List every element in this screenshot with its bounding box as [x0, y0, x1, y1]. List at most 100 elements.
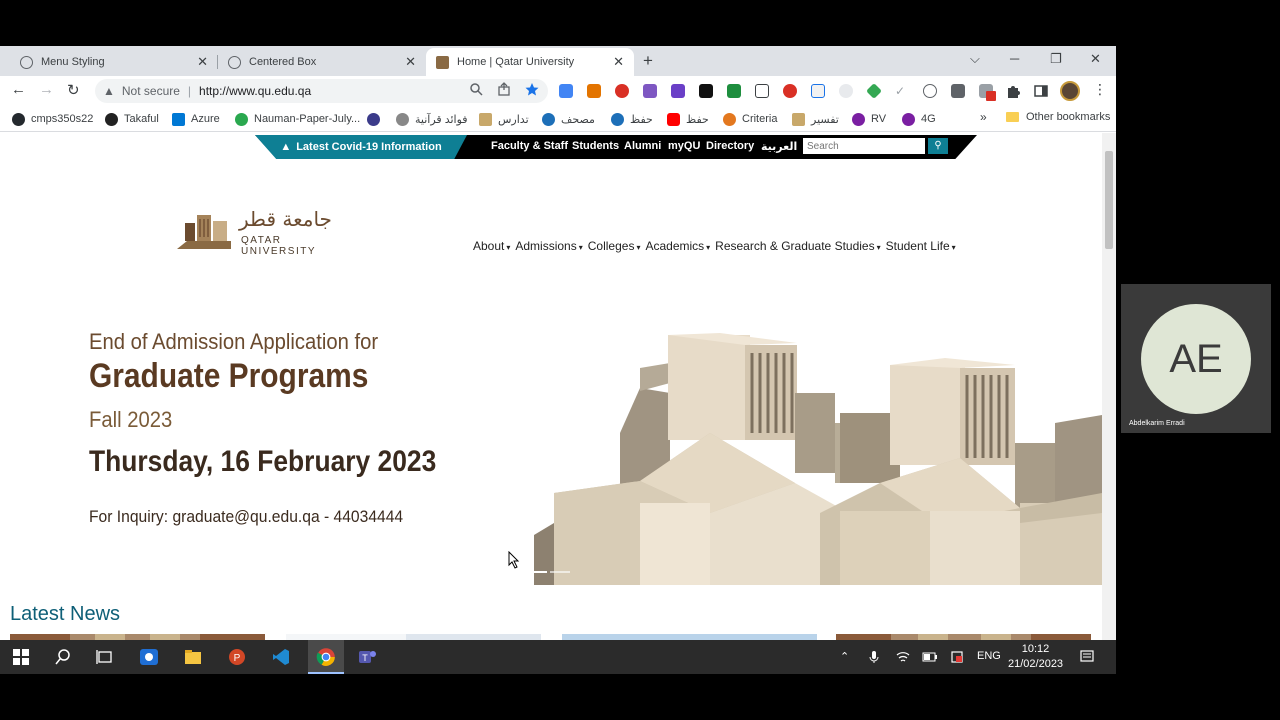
tab-close-icon[interactable]: ✕	[613, 54, 624, 70]
extension-icon[interactable]	[699, 84, 713, 98]
windows-start-icon[interactable]	[10, 647, 32, 667]
bookmark-rv[interactable]: RV	[852, 111, 886, 127]
warning-icon[interactable]: ▲	[103, 84, 115, 98]
network-icon[interactable]	[950, 650, 964, 664]
covid-info-link[interactable]: ▲ Latest Covid-19 Information	[255, 135, 467, 159]
carousel-dot[interactable]	[527, 571, 547, 573]
qu-logo[interactable]: جامعة قطر QATAR UNIVERSITY	[175, 207, 355, 257]
extension-icon[interactable]	[587, 84, 601, 98]
vscode-icon[interactable]	[270, 647, 292, 667]
taskbar: P T ⌃ ENG 10:12 21/02/2023	[0, 640, 1116, 674]
chrome-taskbar-active[interactable]	[308, 640, 344, 674]
restore-button[interactable]: ❐	[1050, 51, 1062, 67]
link-faculty-staff[interactable]: Faculty & Staff	[491, 140, 568, 152]
svg-text:P: P	[234, 653, 241, 664]
task-view-icon[interactable]	[94, 647, 116, 667]
more-bookmarks-icon[interactable]: »	[980, 110, 987, 124]
search-icon[interactable]	[52, 647, 74, 667]
nav-colleges[interactable]: Colleges ▾	[588, 239, 641, 253]
extension-icon[interactable]	[671, 84, 685, 98]
url-text[interactable]: http://www.qu.edu.qa	[199, 84, 311, 98]
carousel-dot[interactable]	[550, 571, 570, 573]
teams-icon[interactable]: T	[356, 647, 378, 667]
bookmark-criteria[interactable]: Criteria	[723, 111, 777, 127]
forward-button[interactable]: →	[39, 81, 54, 98]
bookmark-mushaf[interactable]: مصحف	[542, 111, 595, 127]
translate-extension-icon[interactable]	[559, 84, 573, 98]
link-students[interactable]: Students	[572, 140, 619, 152]
profile-avatar[interactable]	[1060, 81, 1080, 101]
link-myqu[interactable]: myQU	[668, 140, 700, 152]
address-bar[interactable]: ▲ Not secure | http://www.qu.edu.qa	[95, 79, 548, 103]
hero-banner[interactable]: End of Admission Application for Graduat…	[0, 283, 1102, 585]
link-directory[interactable]: Directory	[706, 140, 754, 152]
latest-news-heading: Latest News	[10, 603, 121, 625]
nav-academics[interactable]: Academics ▾	[645, 239, 710, 253]
tab-centered-box[interactable]: Centered Box ✕	[218, 48, 426, 76]
extension-icon[interactable]	[783, 84, 797, 98]
side-panel-icon[interactable]	[1034, 84, 1048, 98]
extension-icon[interactable]	[811, 84, 825, 98]
bookmark-azure[interactable]: Azure	[172, 111, 220, 127]
webex-icon[interactable]	[138, 647, 160, 667]
microphone-icon[interactable]	[868, 650, 880, 664]
adblock-extension-icon[interactable]	[615, 84, 629, 98]
search-extension-icon[interactable]	[923, 84, 937, 98]
bookmark-nauman-paper[interactable]: Nauman-Paper-July...	[235, 111, 360, 127]
share-icon[interactable]	[497, 82, 511, 96]
site-search-input[interactable]	[803, 138, 925, 154]
taskbar-clock[interactable]: 10:12 21/02/2023	[1008, 642, 1063, 672]
check-extension-icon[interactable]: ✓	[895, 84, 909, 98]
tab-close-icon[interactable]: ✕	[405, 54, 416, 70]
main-navigation: About ▾ Admissions ▾ Colleges ▾ Academics ▾ …	[473, 239, 956, 253]
download-extension-icon[interactable]	[727, 84, 741, 98]
bookmark-fawaid[interactable]: فوائد قرآنية	[396, 111, 468, 127]
extension-icon[interactable]	[839, 84, 853, 98]
chrome-menu-icon[interactable]: ⋮	[1093, 81, 1107, 98]
minimize-button[interactable]: ─	[1010, 51, 1019, 66]
battery-icon[interactable]	[922, 652, 938, 662]
tray-chevron-icon[interactable]: ⌃	[840, 650, 849, 663]
file-explorer-icon[interactable]	[182, 647, 204, 667]
puzzle-extensions-icon[interactable]	[1006, 84, 1020, 98]
bookmark-tafsir[interactable]: تفسير	[792, 111, 839, 127]
nav-research[interactable]: Research & Graduate Studies ▾	[715, 239, 880, 253]
reload-button[interactable]: ↻	[67, 81, 80, 99]
globe-icon	[228, 55, 241, 69]
zoom-icon[interactable]	[469, 82, 483, 96]
tab-close-icon[interactable]: ✕	[197, 54, 208, 70]
nav-about[interactable]: About ▾	[473, 239, 510, 253]
bookmark-xd[interactable]	[367, 111, 386, 127]
tab-qatar-university[interactable]: Home | Qatar University ✕	[426, 48, 634, 76]
bookmark-4g[interactable]: 4G	[902, 111, 936, 127]
search-icon: ⚲	[934, 140, 942, 151]
screenshot-extension-icon[interactable]	[755, 84, 769, 98]
bookmark-cmps350s22[interactable]: cmps350s22	[12, 111, 93, 127]
nav-admissions[interactable]: Admissions ▾	[515, 239, 582, 253]
nav-student-life[interactable]: Student Life ▾	[886, 239, 956, 253]
page-scrollbar[interactable]	[1102, 133, 1116, 640]
extension-icon[interactable]	[866, 83, 882, 99]
tab-search-icon[interactable]: ⌵	[970, 51, 980, 67]
tab-menu-styling[interactable]: Menu Styling ✕	[10, 48, 218, 76]
bookmark-hifz-2[interactable]: حفظ	[667, 111, 709, 127]
new-tab-button[interactable]: +	[643, 51, 653, 71]
onenote-extension-icon[interactable]	[643, 84, 657, 98]
back-button[interactable]: ←	[11, 81, 26, 98]
bookmark-hifz-1[interactable]: حفظ	[611, 111, 653, 127]
powerpoint-icon[interactable]: P	[226, 647, 248, 667]
notifications-icon[interactable]	[1080, 650, 1094, 664]
extension-icon[interactable]	[951, 84, 965, 98]
scrollbar-thumb[interactable]	[1105, 151, 1113, 249]
bookmark-takaful[interactable]: Takaful	[105, 111, 159, 127]
close-window-button[interactable]: ✕	[1090, 51, 1101, 67]
search-button[interactable]: ⚲	[928, 138, 948, 154]
link-arabic[interactable]: العربية	[761, 140, 797, 153]
wifi-icon[interactable]	[896, 650, 910, 664]
participant-video-tile[interactable]: AE Abdelkarim Erradi	[1121, 284, 1271, 433]
bookmark-tadarus[interactable]: تدارس	[479, 111, 529, 127]
language-indicator[interactable]: ENG	[977, 650, 1001, 662]
other-bookmarks[interactable]: Other bookmarks	[1006, 111, 1110, 123]
bookmark-star-icon[interactable]	[525, 82, 539, 96]
link-alumni[interactable]: Alumni	[624, 140, 661, 152]
